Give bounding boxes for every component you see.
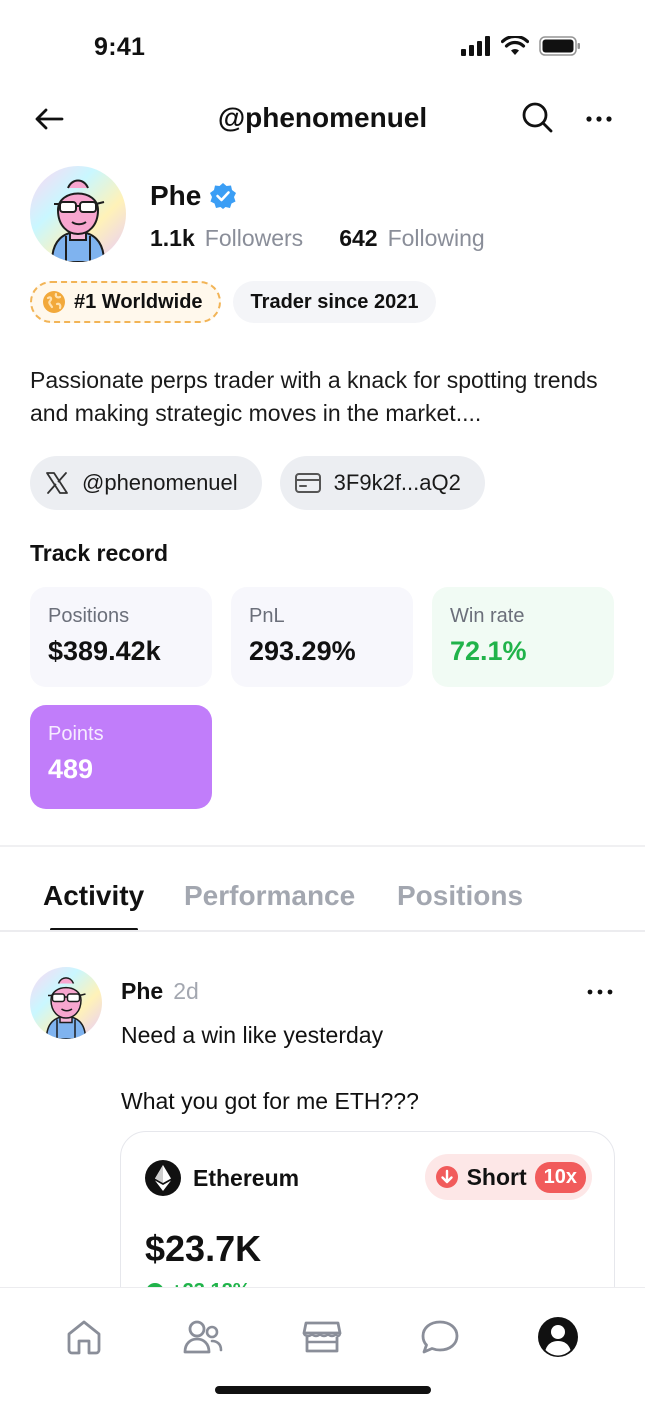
positions-label: Positions: [48, 605, 130, 627]
trade-direction: Short: [466, 1163, 527, 1190]
tab-activity[interactable]: Activity: [43, 880, 144, 912]
search-button[interactable]: [520, 100, 556, 136]
profile-icon: [538, 1317, 578, 1357]
winrate-label: Win rate: [450, 605, 525, 627]
avatar-image: [30, 166, 126, 262]
status-icons: [461, 36, 581, 56]
post-more-button[interactable]: [586, 982, 614, 1002]
rank-badge-label: #1 Worldwide: [74, 290, 203, 313]
twitter-handle: @phenomenuel: [82, 470, 238, 495]
short-badge: Short 10x: [424, 1154, 592, 1200]
profile-name-row: Phe: [150, 180, 237, 212]
pnl-label: PnL: [249, 605, 285, 627]
section-divider: [0, 845, 645, 847]
store-icon: [302, 1321, 342, 1353]
more-horizontal-icon: [586, 116, 612, 122]
twitter-link[interactable]: @phenomenuel: [30, 456, 262, 510]
rank-badge: #1 Worldwide: [30, 281, 221, 323]
post-avatar[interactable]: [30, 967, 102, 1039]
positions-value: $389.42k: [48, 636, 161, 666]
nav-home[interactable]: [62, 1315, 106, 1359]
pnl-value: 293.29%: [249, 636, 356, 666]
home-icon: [67, 1320, 101, 1355]
profile-links: @phenomenuel 3F9k2f...aQ2: [30, 456, 485, 510]
profile-tabs: Activity Performance Positions: [0, 870, 645, 932]
pnl-card: PnL 293.29%: [231, 587, 413, 687]
trade-asset: Ethereum: [193, 1165, 300, 1191]
post-text-line1: Need a win like yesterday: [121, 1022, 384, 1048]
avatar-image: [30, 967, 102, 1039]
nav-community[interactable]: [181, 1315, 225, 1359]
verified-icon: [210, 183, 237, 209]
arrow-down-circle-icon: [435, 1166, 458, 1188]
nav-messages[interactable]: [418, 1315, 462, 1359]
signal-icon: [461, 36, 490, 56]
followers-count[interactable]: 1.1k: [150, 225, 195, 252]
tabs-divider: [0, 930, 645, 932]
nav-profile[interactable]: [536, 1315, 580, 1359]
winrate-card: Win rate 72.1%: [432, 587, 614, 687]
trader-since-label: Trader since 2021: [250, 290, 419, 313]
ethereum-logo-icon: [145, 1160, 181, 1196]
nav-store[interactable]: [300, 1315, 344, 1359]
status-time: 9:41: [94, 33, 146, 61]
profile-avatar[interactable]: [30, 166, 126, 262]
chat-icon: [421, 1320, 459, 1354]
wallet-icon: [294, 473, 321, 493]
battery-icon: [539, 36, 580, 56]
profile-bio: Passionate perps trader with a knack for…: [30, 367, 598, 426]
x-logo-icon: [46, 472, 68, 494]
positions-card: Positions $389.42k: [30, 587, 212, 687]
tab-performance[interactable]: Performance: [184, 880, 355, 912]
profile-badges: #1 Worldwide Trader since 2021: [30, 281, 437, 323]
post-text-line2: What you got for me ETH???: [121, 1088, 419, 1114]
following-count[interactable]: 642: [339, 225, 377, 252]
wifi-icon: [501, 36, 529, 55]
more-options-button[interactable]: [584, 104, 614, 134]
post-author[interactable]: Phe: [121, 978, 163, 1005]
trade-price: $23.7K: [145, 1228, 262, 1269]
points-value: 489: [48, 754, 94, 784]
more-horizontal-icon: [587, 989, 613, 995]
points-card: Points 489: [30, 705, 212, 809]
status-bar: 9:41: [0, 0, 645, 96]
points-label: Points: [48, 723, 104, 745]
winrate-value: 72.1%: [450, 636, 527, 666]
wallet-link[interactable]: 3F9k2f...aQ2: [279, 456, 485, 510]
post-time: 2d: [173, 978, 199, 1004]
people-icon: [183, 1320, 223, 1354]
search-icon: [522, 102, 553, 133]
profile-name: Phe: [150, 180, 202, 211]
home-indicator: [215, 1386, 431, 1394]
tab-positions[interactable]: Positions: [397, 880, 523, 912]
trader-since-badge: Trader since 2021: [232, 281, 437, 323]
track-record-title: Track record: [30, 540, 169, 566]
followers-label[interactable]: Followers: [205, 225, 303, 252]
globe-icon: [43, 291, 65, 313]
wallet-address: 3F9k2f...aQ2: [333, 470, 461, 495]
follow-stats: 1.1k Followers 642 Following: [150, 225, 485, 252]
leverage-badge: 10x: [534, 1161, 586, 1193]
following-label[interactable]: Following: [388, 225, 485, 252]
post-header: Phe 2d: [121, 978, 199, 1005]
top-bar: @phenomenuel: [0, 96, 645, 144]
